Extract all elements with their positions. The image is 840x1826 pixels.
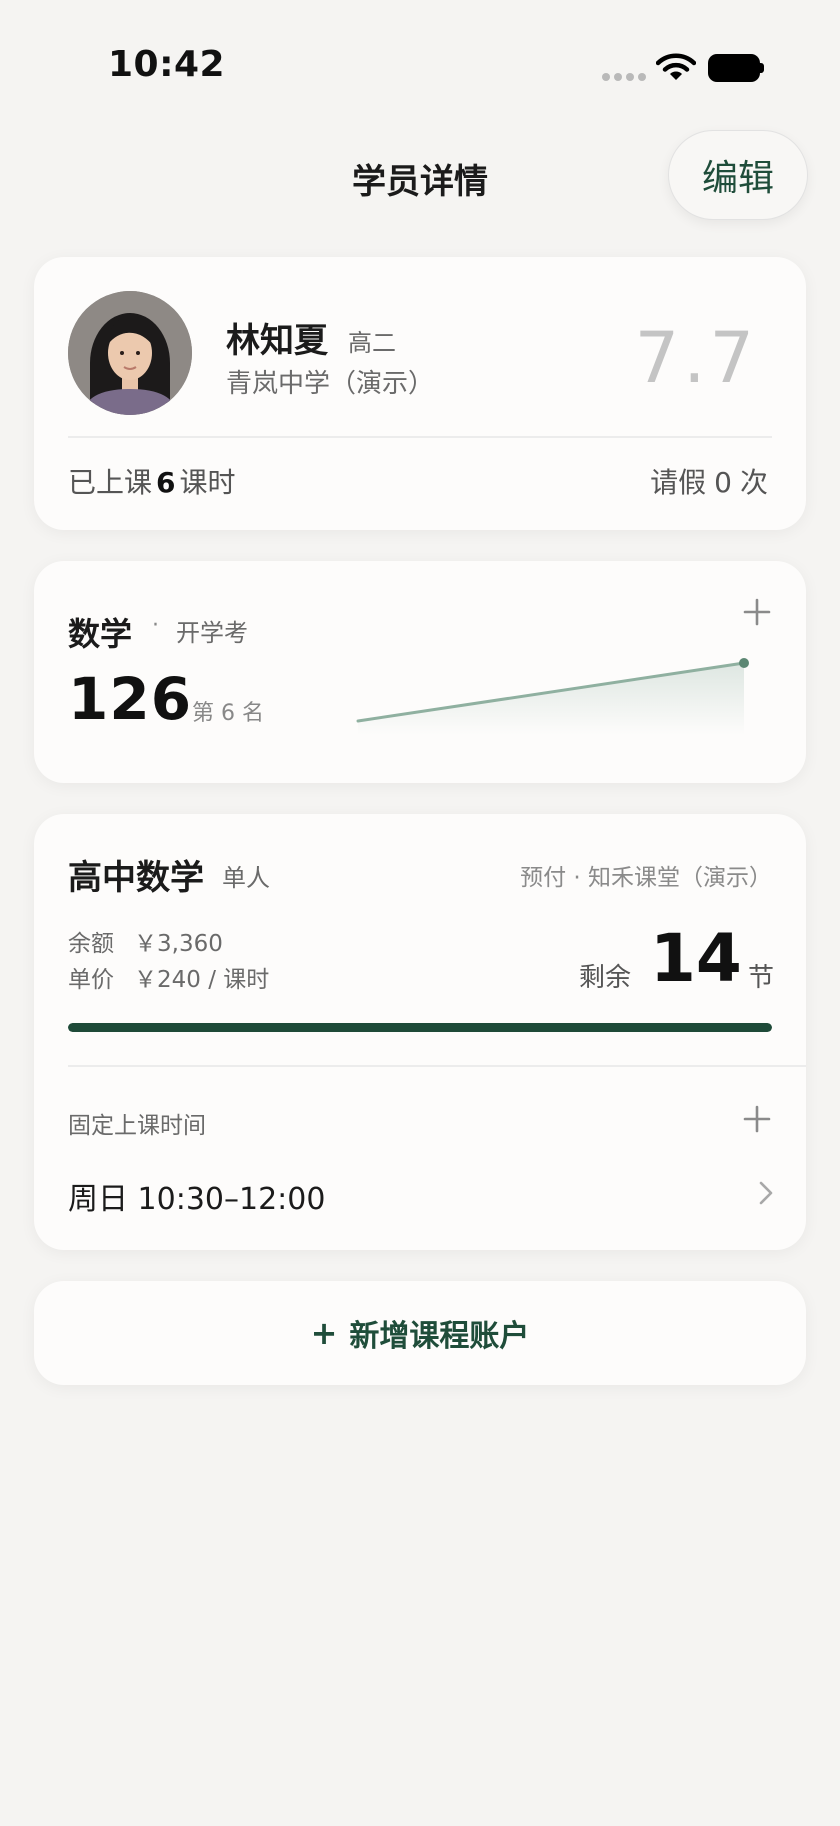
- course-meta: 预付 · 知禾课堂（演示）: [520, 865, 772, 891]
- exam-separator: ·: [152, 613, 159, 638]
- progress-fill: [68, 1023, 772, 1032]
- student-profile-card: 林知夏 高二 青岚中学（演示） 7.7 已上课 6 课时 请假 0 次: [34, 257, 806, 530]
- leave-unit: 次: [739, 466, 768, 499]
- course-title: 高中数学: [68, 858, 204, 898]
- attended-lessons-stat: 已上课 6 课时: [68, 461, 236, 501]
- leave-prefix: 请假: [650, 466, 707, 499]
- leave-count: 0: [714, 466, 732, 499]
- student-school: 青岚中学（演示）: [226, 369, 435, 399]
- lessons-progress-bar: [68, 1023, 772, 1032]
- course-type: 单人: [222, 864, 270, 892]
- score-trend-sparkline: [356, 658, 749, 735]
- attended-prefix: 已上课: [68, 466, 153, 499]
- exam-rank: 第 6 名: [192, 701, 264, 726]
- balance-row: 余额 ￥3,360: [68, 924, 223, 958]
- add-course-label: 新增课程账户: [349, 1319, 530, 1354]
- schedule-time: 周日 10:30–12:00: [68, 1182, 326, 1217]
- schedule-label: 固定上课时间: [68, 1113, 206, 1139]
- price-value: ￥240 / 课时: [134, 967, 270, 993]
- balance-value: ￥3,360: [134, 931, 223, 957]
- unit-price-row: 单价 ￥240 / 课时: [68, 960, 269, 994]
- exam-score-card[interactable]: 数学 · 开学考 126 第 6 名: [34, 561, 806, 783]
- divider: [68, 436, 772, 438]
- balance-label: 余额: [68, 931, 114, 957]
- student-grade: 高二: [348, 329, 396, 357]
- avatar: [68, 291, 192, 415]
- remaining-unit: 节: [748, 963, 775, 993]
- exam-score: 126: [68, 665, 193, 733]
- student-score: 7.7: [634, 317, 758, 399]
- add-course-account-button[interactable]: + 新增课程账户: [34, 1281, 806, 1385]
- chevron-right-icon: [759, 1181, 773, 1205]
- attended-unit: 课时: [179, 466, 236, 499]
- student-name: 林知夏: [226, 321, 328, 361]
- leave-stat: 请假 0 次: [646, 461, 772, 501]
- cellular-signal-icon: [602, 73, 646, 81]
- status-bar: 10:42: [0, 0, 840, 120]
- price-label: 单价: [68, 967, 114, 993]
- status-time: 10:42: [108, 44, 226, 85]
- add-exam-icon[interactable]: [742, 597, 772, 627]
- attended-count: 6: [156, 466, 176, 499]
- remaining-count: 14: [650, 920, 742, 997]
- divider: [68, 1065, 806, 1067]
- exam-name: 开学考: [176, 619, 248, 647]
- schedule-item[interactable]: 周日 10:30–12:00: [34, 1174, 806, 1234]
- plus-icon: +: [310, 1314, 338, 1352]
- add-schedule-icon[interactable]: [742, 1104, 772, 1134]
- battery-icon: [708, 54, 764, 82]
- remaining-label: 剩余: [579, 963, 632, 993]
- wifi-icon: [656, 53, 696, 80]
- edit-button[interactable]: 编辑: [668, 130, 808, 220]
- exam-subject: 数学: [68, 615, 133, 653]
- course-account-card: 高中数学 单人 预付 · 知禾课堂（演示） 余额 ￥3,360 单价 ￥240 / …: [34, 814, 806, 1250]
